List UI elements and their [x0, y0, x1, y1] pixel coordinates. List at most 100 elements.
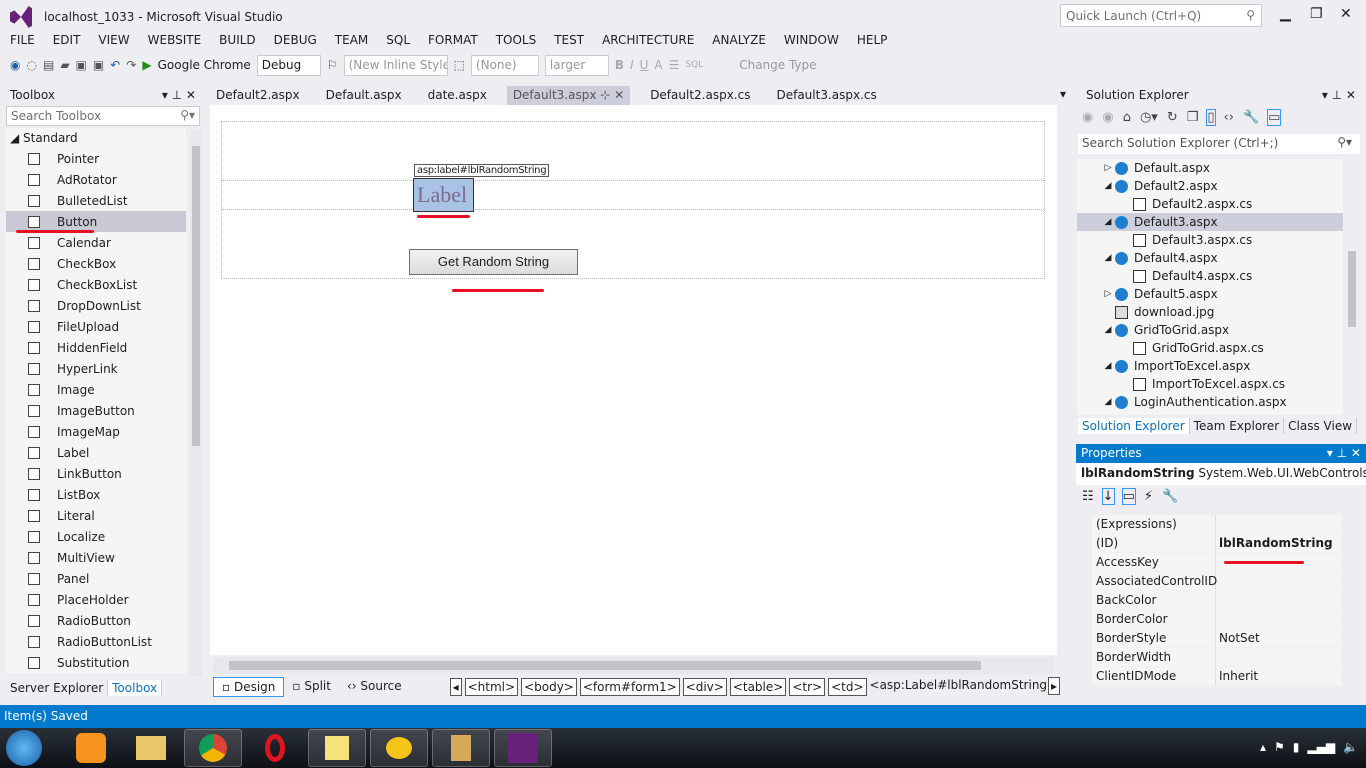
source-view-button[interactable]: ‹› Source — [339, 677, 410, 697]
open-icon[interactable]: ▰ — [60, 58, 69, 72]
back-icon[interactable]: ◉ — [1082, 110, 1093, 125]
property-value[interactable] — [1216, 648, 1222, 666]
tab-date-aspx[interactable]: date.aspx — [422, 86, 493, 105]
expander-icon[interactable]: ◢ — [1101, 181, 1115, 191]
toolbox-item-image[interactable]: Image — [6, 379, 186, 400]
toolbox-item-checkbox[interactable]: CheckBox — [6, 253, 186, 274]
toolbox-item-hyperlink[interactable]: HyperLink — [6, 358, 186, 379]
toolbox-group-standard[interactable]: ◢ Standard — [6, 128, 186, 148]
property-row[interactable]: AccessKey — [1092, 553, 1342, 572]
breadcrumb-item[interactable]: <form#form1> — [579, 678, 680, 696]
tab-team-explorer[interactable]: Team Explorer — [1190, 418, 1285, 434]
tab-default3-aspx[interactable]: Default3.aspx ⊹ ✕ — [506, 86, 631, 105]
toolbox-item-imagebutton[interactable]: ImageButton — [6, 400, 186, 421]
toolbox-scrollbar[interactable] — [190, 130, 202, 676]
solution-search-input[interactable]: Search Solution Explorer (Ctrl+;) ⚲▾ — [1078, 134, 1360, 154]
collapse-all-icon[interactable]: ❐ — [1187, 110, 1199, 125]
start-button[interactable] — [6, 730, 42, 766]
opera-icon[interactable] — [246, 729, 304, 767]
uc-browser-icon[interactable] — [62, 729, 120, 767]
menu-website[interactable]: WEBSITE — [138, 32, 210, 50]
new-project-icon[interactable]: ▤ — [43, 58, 54, 72]
config-dropdown[interactable]: Debug — [256, 54, 321, 76]
breadcrumb-item[interactable]: <table> — [729, 678, 787, 696]
toolbox-item-fileupload[interactable]: FileUpload — [6, 316, 186, 337]
menu-architecture[interactable]: ARCHITECTURE — [592, 32, 702, 50]
alphabetical-icon[interactable]: ↓ — [1101, 488, 1115, 505]
tree-node[interactable]: ◢ Default3.aspx — [1077, 213, 1343, 231]
tab-default2-aspx-cs[interactable]: Default2.aspx.cs — [644, 86, 756, 105]
browser-dropdown[interactable]: Google Chrome — [158, 58, 251, 72]
chat-app-icon[interactable] — [370, 729, 428, 767]
breadcrumb-item[interactable]: <html> — [464, 678, 519, 696]
editor-horizontal-scrollbar[interactable] — [213, 657, 1053, 674]
property-value[interactable]: NotSet — [1216, 629, 1263, 647]
chrome-icon[interactable] — [184, 729, 242, 767]
tree-node[interactable]: Default2.aspx.cs — [1077, 195, 1343, 213]
toolbox-item-radiobutton[interactable]: RadioButton — [6, 610, 186, 631]
menu-team[interactable]: TEAM — [325, 32, 376, 50]
toolbox-item-dropdownlist[interactable]: DropDownList — [6, 295, 186, 316]
forward-icon[interactable]: ◌ — [26, 58, 36, 72]
split-view-button[interactable]: ▫ Split — [284, 677, 339, 697]
property-row[interactable]: ClientIDMode Inherit — [1092, 667, 1342, 686]
tree-node[interactable]: ◢ ImportToExcel.aspx — [1077, 357, 1343, 375]
panel-controls-icon[interactable]: ▾ ⊥ ✕ — [162, 88, 196, 102]
undo-icon[interactable]: ↶ — [110, 58, 120, 72]
property-row[interactable]: (ID) lblRandomString — [1092, 534, 1342, 553]
save-icon[interactable]: ▣ — [76, 58, 87, 72]
volume-icon[interactable]: 🔈 — [1343, 740, 1358, 754]
visual-studio-taskbar-icon[interactable] — [494, 729, 552, 767]
expander-icon[interactable]: ▷ — [1101, 163, 1115, 173]
action-center-icon[interactable]: ⚑ — [1274, 740, 1285, 754]
solution-scrollbar[interactable] — [1344, 159, 1360, 415]
quick-launch-input[interactable]: Quick Launch (Ctrl+Q) ⚲ — [1060, 4, 1262, 27]
sql-icon[interactable]: SQL — [685, 60, 703, 70]
toolbox-item-adrotator[interactable]: AdRotator — [6, 169, 186, 190]
panel-controls-icon[interactable]: ▾ ⊥ ✕ — [1322, 88, 1356, 102]
property-row[interactable]: BorderWidth — [1092, 648, 1342, 667]
font-color-icon[interactable]: A — [654, 58, 662, 72]
tree-node[interactable]: ▷ Default5.aspx — [1077, 285, 1343, 303]
tree-node[interactable]: download.jpg — [1077, 303, 1343, 321]
tree-node[interactable]: Default4.aspx.cs — [1077, 267, 1343, 285]
menu-sql[interactable]: SQL — [376, 32, 418, 50]
expander-icon[interactable]: ◢ — [1101, 325, 1115, 335]
breadcrumb-item[interactable]: <td> — [828, 678, 867, 696]
toolbox-search-input[interactable]: Search Toolbox ⚲▾ — [6, 106, 200, 126]
tree-node[interactable]: ◢ GridToGrid.aspx — [1077, 321, 1343, 339]
menu-window[interactable]: WINDOW — [774, 32, 847, 50]
crumb-right-arrow[interactable]: ▸ — [1048, 677, 1061, 695]
redo-icon[interactable]: ↷ — [126, 58, 136, 72]
menu-test[interactable]: TEST — [544, 32, 592, 50]
menu-tools[interactable]: TOOLS — [486, 32, 545, 50]
tab-solution-explorer[interactable]: Solution Explorer — [1078, 418, 1190, 434]
property-value[interactable] — [1216, 572, 1222, 590]
back-icon[interactable]: ◉ — [10, 58, 20, 72]
toolbox-item-substitution[interactable]: Substitution — [6, 652, 186, 673]
pending-changes-icon[interactable]: ◷▾ — [1140, 110, 1158, 125]
style-dropdown[interactable]: (New Inline Style — [343, 54, 448, 76]
tree-node[interactable]: ◢ Default2.aspx — [1077, 177, 1343, 195]
menu-analyze[interactable]: ANALYZE — [702, 32, 774, 50]
home-icon[interactable]: ⌂ — [1123, 110, 1131, 125]
properties-view-icon[interactable]: ▭ — [1121, 488, 1136, 505]
property-row[interactable]: BorderColor — [1092, 610, 1342, 629]
underline-button[interactable]: U — [640, 58, 649, 72]
expander-icon[interactable]: ◢ — [1101, 217, 1115, 227]
categorized-icon[interactable]: ☷ — [1082, 489, 1094, 504]
tab-toolbox[interactable]: Toolbox — [108, 680, 163, 696]
preview-icon[interactable]: ▭ — [1267, 109, 1282, 126]
refresh-icon[interactable]: ↻ — [1167, 110, 1178, 125]
forward-icon[interactable]: ◉ — [1102, 110, 1113, 125]
toolbox-item-imagemap[interactable]: ImageMap — [6, 421, 186, 442]
power-icon[interactable]: ▮ — [1293, 740, 1300, 754]
show-hidden-icons[interactable]: ▴ — [1260, 740, 1266, 754]
random-string-label[interactable]: Label — [413, 178, 474, 212]
toolbox-item-calendar[interactable]: Calendar — [6, 232, 186, 253]
tab-default3-aspx-cs[interactable]: Default3.aspx.cs — [770, 86, 882, 105]
toolbox-item-multiview[interactable]: MultiView — [6, 547, 186, 568]
tree-node[interactable]: Default3.aspx.cs — [1077, 231, 1343, 249]
align-icon[interactable]: ☰ — [669, 58, 680, 72]
target-dropdown[interactable]: (None) — [470, 54, 539, 76]
